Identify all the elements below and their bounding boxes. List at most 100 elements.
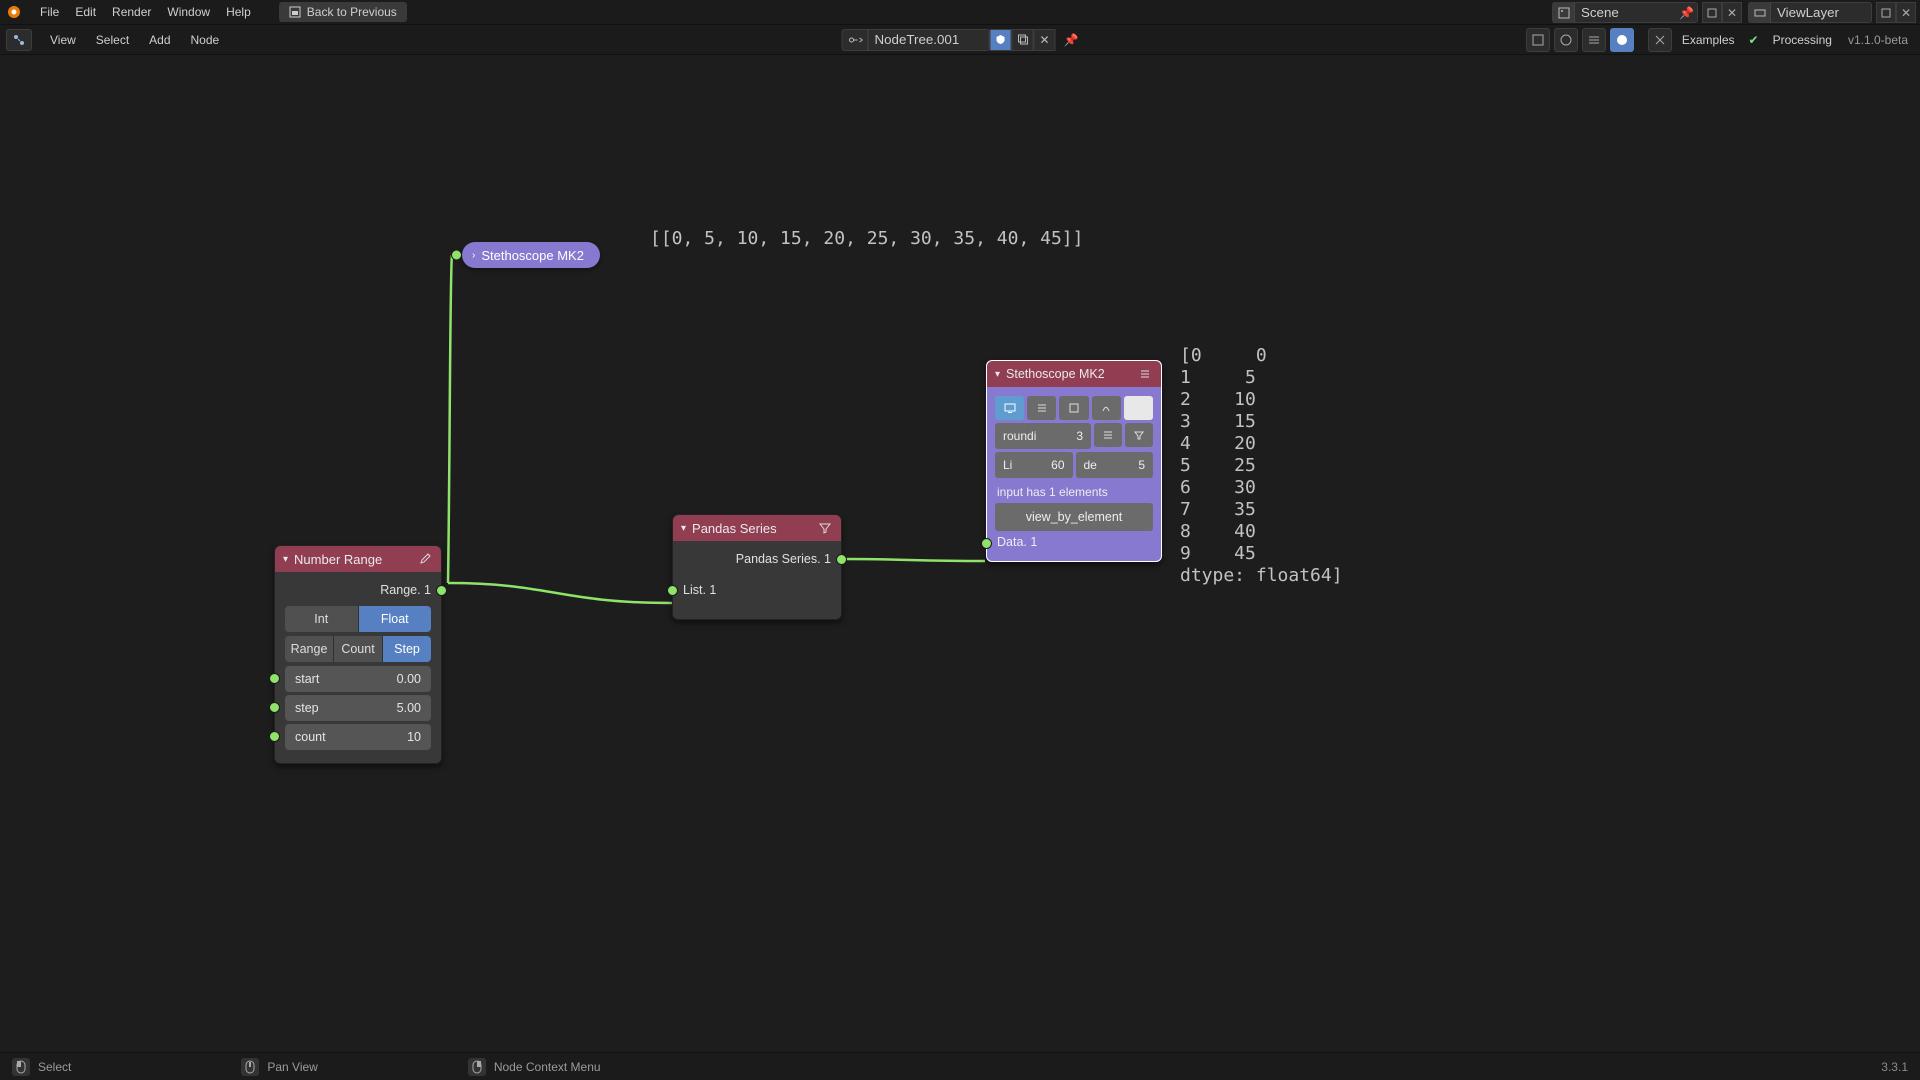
expand-tri-icon[interactable]: › <box>472 250 475 261</box>
pandas-series-header[interactable]: ▾ Pandas Series <box>673 515 841 541</box>
number-range-header[interactable]: ▾ Number Range <box>275 546 441 572</box>
step-field[interactable]: step 5.00 <box>285 695 431 721</box>
step-option[interactable]: Step <box>383 636 431 662</box>
duplicate-nodetree-button[interactable] <box>1012 29 1034 51</box>
display-mode-2-icon[interactable] <box>1027 396 1056 420</box>
app-logo-icon <box>6 4 22 20</box>
back-to-previous-button[interactable]: Back to Previous <box>279 2 407 22</box>
viewlayer-browse-icon[interactable] <box>1749 2 1771 23</box>
scene-selector[interactable]: 📌 <box>1552 2 1698 23</box>
mode-toggle[interactable]: Range Count Step <box>285 636 431 662</box>
header-add[interactable]: Add <box>139 30 180 50</box>
scene-name-input[interactable] <box>1575 2 1675 23</box>
menu-edit[interactable]: Edit <box>67 2 104 22</box>
stethoscope-pill-input-socket[interactable] <box>451 250 462 261</box>
fake-user-toggle[interactable] <box>990 29 1012 51</box>
count-option[interactable]: Count <box>334 636 383 662</box>
count-field[interactable]: count 10 <box>285 724 431 750</box>
header-center-group: ✕ 📌 <box>842 29 1079 51</box>
scene-browse-icon[interactable] <box>1553 2 1575 23</box>
list-input-label: List. 1 <box>683 583 716 597</box>
header-view[interactable]: View <box>40 30 86 50</box>
rounding-field[interactable]: roundi 3 <box>995 423 1091 449</box>
menu-window[interactable]: Window <box>159 2 218 22</box>
range-output-socket[interactable] <box>436 585 447 596</box>
examples-menu[interactable]: Examples <box>1676 33 1741 47</box>
pencil-icon[interactable] <box>417 551 433 567</box>
start-field[interactable]: start 0.00 <box>285 666 431 692</box>
display-mode-3-icon[interactable] <box>1059 396 1088 420</box>
editor-type-selector[interactable] <box>6 29 32 51</box>
rounding-value: 3 <box>1076 429 1083 443</box>
stethoscope-header[interactable]: ▾ Stethoscope MK2 <box>987 361 1161 387</box>
stethoscope-collapsed-node[interactable]: › Stethoscope MK2 <box>462 242 600 268</box>
pin-icon[interactable]: 📌 <box>1679 6 1693 20</box>
filter-toggle-icon[interactable] <box>1125 423 1153 447</box>
node-canvas[interactable]: › Stethoscope MK2 [[0, 5, 10, 15, 20, 25… <box>0 55 1920 1052</box>
list-icon[interactable] <box>1137 366 1153 382</box>
statusbar-pan: Pan View <box>241 1058 317 1076</box>
collapse-tri-icon[interactable]: ▾ <box>995 369 1000 380</box>
int-option[interactable]: Int <box>285 606 359 632</box>
pin-nodetree-icon[interactable]: 📌 <box>1064 33 1079 47</box>
rounding-label: roundi <box>1003 429 1036 443</box>
delete-viewlayer-button[interactable]: ✕ <box>1896 2 1916 23</box>
view-by-element-button[interactable]: view_by_element <box>995 503 1153 531</box>
header-select[interactable]: Select <box>86 30 139 50</box>
viewlayer-selector[interactable] <box>1748 2 1872 23</box>
toggle-5-icon[interactable] <box>1648 28 1672 52</box>
range-option[interactable]: Range <box>285 636 334 662</box>
list-input-socket[interactable] <box>667 585 678 596</box>
de-field[interactable]: de 5 <box>1076 452 1154 478</box>
nodetree-browse-icon[interactable] <box>843 29 869 51</box>
nodetree-selector[interactable] <box>842 29 990 51</box>
new-viewlayer-button[interactable] <box>1876 2 1896 23</box>
count-value: 10 <box>407 730 421 744</box>
mouse-left-icon <box>12 1058 30 1076</box>
unlink-nodetree-button[interactable]: ✕ <box>1034 29 1056 51</box>
toggle-4-active-icon[interactable] <box>1610 28 1634 52</box>
li-field[interactable]: Li 60 <box>995 452 1073 478</box>
toggle-3-icon[interactable] <box>1582 28 1606 52</box>
de-value: 5 <box>1138 458 1145 472</box>
statusbar-pan-label: Pan View <box>267 1060 317 1074</box>
data-input-socket[interactable] <box>981 538 992 549</box>
step-label: step <box>295 701 319 715</box>
menu-file[interactable]: File <box>32 2 67 22</box>
justify-icon[interactable] <box>1094 423 1122 447</box>
statusbar-context-label: Node Context Menu <box>494 1060 601 1074</box>
viewlayer-name-input[interactable] <box>1771 2 1871 23</box>
mouse-right-icon <box>468 1058 486 1076</box>
back-label: Back to Previous <box>307 5 397 19</box>
collapse-tri-icon[interactable]: ▾ <box>681 523 686 534</box>
collapse-tri-icon[interactable]: ▾ <box>283 554 288 565</box>
start-input-socket[interactable] <box>269 673 280 684</box>
de-label: de <box>1084 458 1097 472</box>
menu-help[interactable]: Help <box>218 2 259 22</box>
step-input-socket[interactable] <box>269 702 280 713</box>
delete-scene-button[interactable]: ✕ <box>1722 2 1742 23</box>
header-node[interactable]: Node <box>181 30 230 50</box>
menu-render[interactable]: Render <box>104 2 159 22</box>
stethoscope-title: Stethoscope MK2 <box>1006 367 1131 381</box>
stethoscope-expanded-node[interactable]: ▾ Stethoscope MK2 roundi 3 Li 60 de <box>986 360 1162 562</box>
filter-icon[interactable] <box>817 520 833 536</box>
number-range-node[interactable]: ▾ Number Range Range. 1 Int Float Range … <box>274 545 442 764</box>
toggle-1-icon[interactable] <box>1526 28 1550 52</box>
stethoscope-list-output: [[0, 5, 10, 15, 20, 25, 30, 35, 40, 45]] <box>650 228 1083 249</box>
display-mode-4-icon[interactable] <box>1092 396 1121 420</box>
count-input-socket[interactable] <box>269 731 280 742</box>
float-option[interactable]: Float <box>359 606 432 632</box>
display-mode-1-icon[interactable] <box>995 396 1024 420</box>
mouse-middle-icon <box>241 1058 259 1076</box>
pandas-output-socket[interactable] <box>836 554 847 565</box>
int-float-toggle[interactable]: Int Float <box>285 606 431 632</box>
new-scene-button[interactable] <box>1702 2 1722 23</box>
status-bar: Select Pan View Node Context Menu 3.3.1 <box>0 1052 1920 1080</box>
li-label: Li <box>1003 458 1012 472</box>
color-swatch[interactable] <box>1124 396 1153 420</box>
nodetree-name-input[interactable] <box>869 29 989 51</box>
toggle-2-icon[interactable] <box>1554 28 1578 52</box>
pandas-series-node[interactable]: ▾ Pandas Series Pandas Series. 1 List. 1 <box>672 514 842 620</box>
processing-label[interactable]: Processing <box>1767 33 1838 47</box>
